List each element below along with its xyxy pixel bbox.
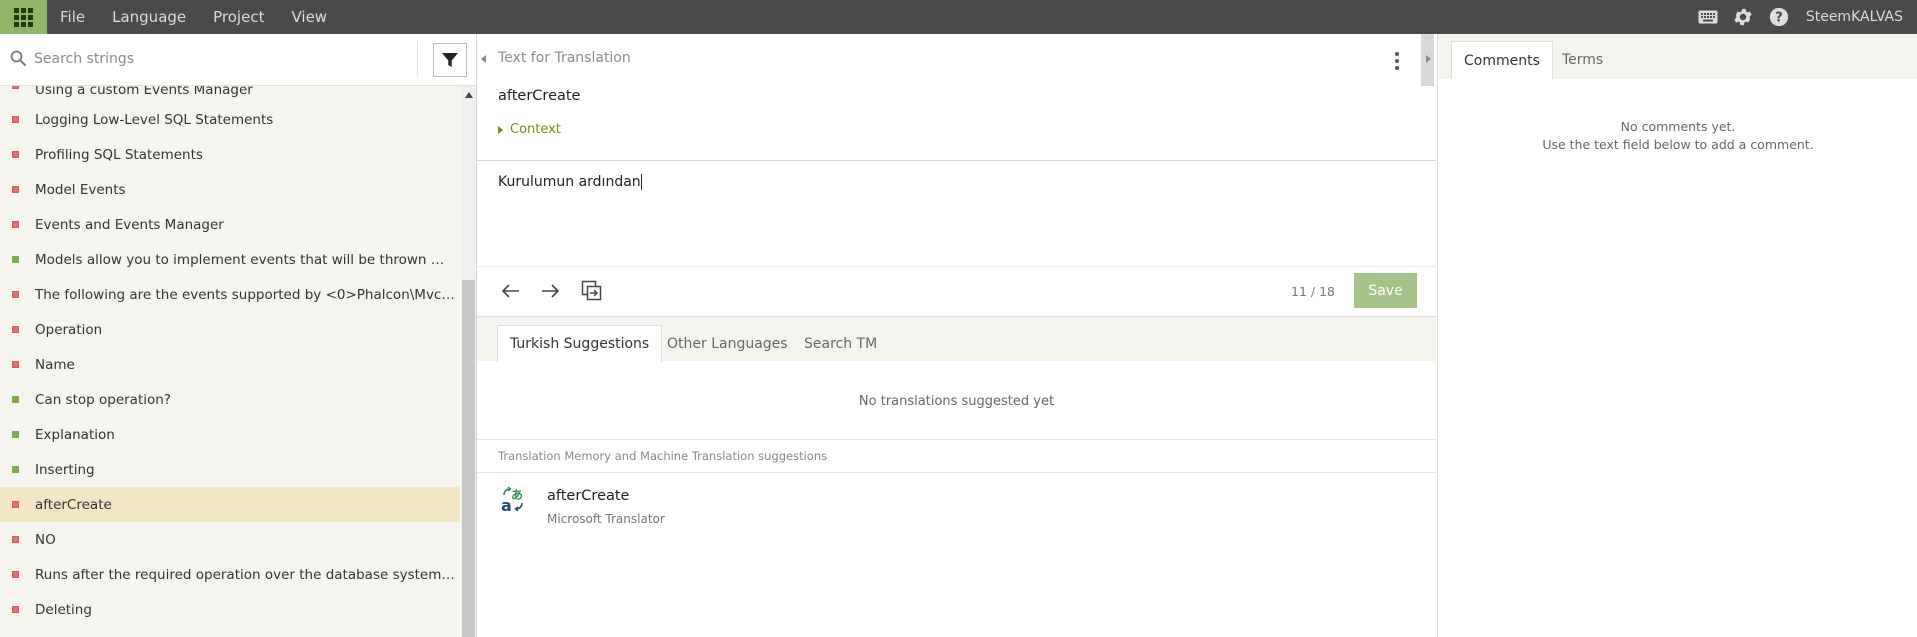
editor-panel: Text for Translation afterCreate Context…	[477, 34, 1437, 637]
previous-string-button[interactable]	[499, 279, 523, 303]
tab-comments[interactable]: Comments	[1451, 41, 1553, 79]
translated-status-icon	[12, 396, 19, 403]
search-input[interactable]	[34, 44, 414, 74]
divider	[417, 42, 418, 76]
collapse-left-icon[interactable]	[481, 55, 486, 63]
translated-status-icon	[12, 256, 19, 263]
divider	[477, 160, 1436, 161]
divider	[477, 266, 1436, 267]
untranslated-status-icon	[12, 221, 19, 228]
svg-text:あ: あ	[511, 488, 523, 502]
top-bar: File Language Project View ? SteemKALVAS	[0, 0, 1917, 34]
help-icon[interactable]: ?	[1768, 6, 1790, 28]
machine-translation-icon: a あ	[500, 486, 526, 515]
menu-project[interactable]: Project	[213, 8, 264, 26]
string-item[interactable]: Operation	[0, 312, 460, 347]
untranslated-status-icon	[12, 571, 19, 578]
empty-comments-line1: No comments yet.	[1620, 119, 1736, 134]
untranslated-status-icon	[12, 86, 19, 89]
untranslated-status-icon	[12, 606, 19, 613]
copy-source-button[interactable]	[580, 279, 604, 303]
more-options-icon[interactable]	[1395, 52, 1399, 70]
string-list: Using a custom Events Manager Logging Lo…	[0, 86, 460, 637]
untranslated-status-icon	[12, 116, 19, 123]
translation-value: Kurulumun ardından	[498, 174, 641, 190]
string-item[interactable]: Name	[0, 347, 460, 382]
divider	[477, 439, 1436, 440]
string-item[interactable]: Events and Events Manager	[0, 207, 460, 242]
filter-icon	[442, 53, 458, 67]
scroll-up-icon[interactable]	[465, 92, 473, 98]
string-item-active[interactable]: afterCreate	[0, 487, 460, 522]
svg-text:?: ?	[1775, 11, 1782, 26]
arrow-left-icon	[502, 284, 519, 298]
string-item[interactable]: Can stop operation?	[0, 382, 460, 417]
search-icon	[10, 50, 27, 71]
gear-icon[interactable]	[1732, 6, 1754, 28]
next-string-button[interactable]	[538, 279, 562, 303]
source-header: Text for Translation	[498, 50, 631, 66]
translated-status-icon	[12, 431, 19, 438]
string-item[interactable]: The following are the events supported b…	[0, 277, 460, 312]
text-caret	[640, 174, 642, 190]
empty-comments-message: No comments yet. Use the text field belo…	[1438, 118, 1917, 154]
string-item[interactable]: Explanation	[0, 417, 460, 452]
comments-panel: Comments Terms No comments yet. Use the …	[1437, 34, 1917, 637]
search-bar	[0, 34, 476, 86]
mt-suggestion-source: Microsoft Translator	[547, 512, 665, 526]
caret-right-icon	[498, 125, 503, 134]
tm-section-header: Translation Memory and Machine Translati…	[498, 449, 828, 463]
menu-file[interactable]: File	[60, 8, 85, 26]
untranslated-status-icon	[12, 361, 19, 368]
untranslated-status-icon	[12, 326, 19, 333]
context-toggle[interactable]: Context	[498, 122, 561, 137]
grid-icon	[14, 7, 33, 27]
untranslated-status-icon	[12, 186, 19, 193]
tab-search-tm[interactable]: Search TM	[792, 325, 889, 362]
string-item[interactable]: NO	[0, 522, 460, 557]
filter-button[interactable]	[433, 43, 467, 77]
empty-comments-line2: Use the text field below to add a commen…	[1542, 137, 1814, 152]
string-item[interactable]: Runs after the required operation over t…	[0, 557, 460, 592]
translation-textarea[interactable]: Kurulumun ardından	[498, 174, 1398, 190]
context-label: Context	[510, 122, 561, 137]
string-item[interactable]: Model Events	[0, 172, 460, 207]
untranslated-status-icon	[12, 501, 19, 508]
apps-menu-button[interactable]	[0, 0, 47, 34]
string-item[interactable]: Models allow you to implement events tha…	[0, 242, 460, 277]
string-item[interactable]: Profiling SQL Statements	[0, 137, 460, 172]
string-item[interactable]: Deleting	[0, 592, 460, 627]
untranslated-status-icon	[12, 536, 19, 543]
comments-tabs: Comments Terms	[1438, 34, 1917, 79]
string-item[interactable]: Logging Low-Level SQL Statements	[0, 102, 460, 137]
menu-view[interactable]: View	[291, 8, 327, 26]
translated-status-icon	[12, 466, 19, 473]
save-button[interactable]: Save	[1354, 273, 1417, 308]
arrow-right-icon	[542, 284, 559, 298]
untranslated-status-icon	[12, 151, 19, 158]
menu-language[interactable]: Language	[112, 8, 186, 26]
tab-terms[interactable]: Terms	[1550, 41, 1615, 79]
keyboard-icon[interactable]	[1698, 10, 1718, 24]
top-right-controls: ? SteemKALVAS	[1684, 0, 1903, 34]
suggestion-tabs: Turkish Suggestions Other Languages Sear…	[477, 316, 1436, 362]
divider	[477, 472, 1436, 473]
copy-source-icon	[581, 280, 602, 301]
tab-other-languages[interactable]: Other Languages	[655, 325, 800, 362]
scrollbar-thumb[interactable]	[462, 280, 475, 637]
string-counter: 11 / 18	[1291, 284, 1335, 299]
string-item[interactable]: Inserting	[0, 452, 460, 487]
untranslated-status-icon	[12, 291, 19, 298]
strings-panel: Using a custom Events Manager Logging Lo…	[0, 34, 477, 637]
string-list-scrollbar[interactable]	[461, 86, 476, 637]
tab-turkish-suggestions[interactable]: Turkish Suggestions	[497, 325, 663, 362]
mt-suggestion-text[interactable]: afterCreate	[547, 488, 629, 504]
string-item[interactable]: Using a custom Events Manager	[0, 86, 460, 102]
empty-suggestions-message: No translations suggested yet	[858, 394, 1055, 409]
source-string: afterCreate	[498, 88, 581, 104]
collapse-right-icon[interactable]	[1426, 55, 1431, 63]
main-menu: File Language Project View	[60, 0, 354, 34]
username[interactable]: SteemKALVAS	[1806, 9, 1903, 25]
